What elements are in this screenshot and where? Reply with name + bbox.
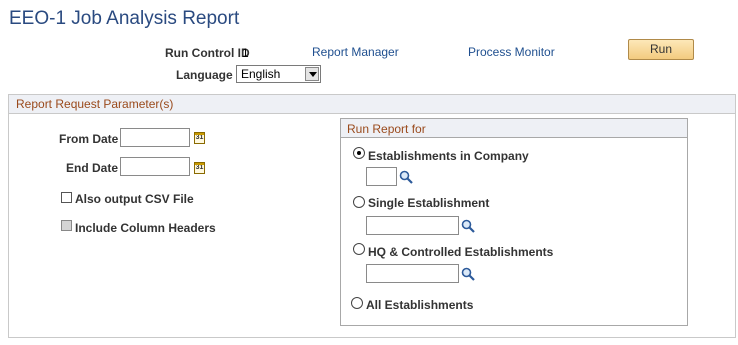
option-all-establishments-label: All Establishments (366, 298, 474, 312)
calendar-icon[interactable]: 31 (194, 162, 205, 174)
search-icon[interactable] (461, 267, 475, 281)
end-date-label: End Date (66, 161, 119, 175)
calendar-icon[interactable]: 31 (194, 132, 205, 144)
radio-establishments-in-company[interactable] (353, 147, 365, 159)
radio-all-establishments[interactable] (351, 297, 363, 309)
option-hq-controlled-label: HQ & Controlled Establishments (368, 245, 554, 259)
search-icon[interactable] (461, 219, 475, 233)
page-title: EEO-1 Job Analysis Report (9, 8, 240, 29)
chevron-down-icon[interactable] (305, 67, 319, 81)
company-establishment-field[interactable] (366, 167, 397, 186)
run-control-label: Run Control ID (165, 46, 250, 60)
language-label: Language (176, 68, 233, 82)
report-manager-link[interactable]: Report Manager (312, 45, 399, 59)
run-control-value: 1 (242, 46, 249, 60)
csv-output-checkbox[interactable] (61, 192, 72, 203)
radio-hq-controlled-establishments[interactable] (353, 243, 365, 255)
search-icon[interactable] (399, 170, 413, 184)
from-date-field[interactable] (120, 128, 190, 147)
radio-single-establishment[interactable] (353, 196, 365, 208)
run-report-for-title: Run Report for (347, 122, 426, 136)
csv-output-label: Also output CSV File (75, 192, 194, 206)
column-headers-checkbox[interactable] (61, 220, 72, 231)
from-date-label: From Date (59, 132, 119, 146)
language-select[interactable]: English (236, 65, 321, 83)
run-button[interactable]: Run (628, 39, 694, 60)
report-parameters-title: Report Request Parameter(s) (16, 97, 174, 111)
option-single-establishment-label: Single Establishment (368, 196, 490, 210)
column-headers-label: Include Column Headers (75, 221, 216, 235)
process-monitor-link[interactable]: Process Monitor (468, 45, 555, 59)
hq-establishment-field[interactable] (366, 264, 459, 283)
language-select-value: English (241, 67, 281, 81)
end-date-field[interactable] (120, 157, 190, 176)
single-establishment-field[interactable] (366, 216, 459, 235)
option-establishments-in-company-label: Establishments in Company (368, 149, 529, 163)
